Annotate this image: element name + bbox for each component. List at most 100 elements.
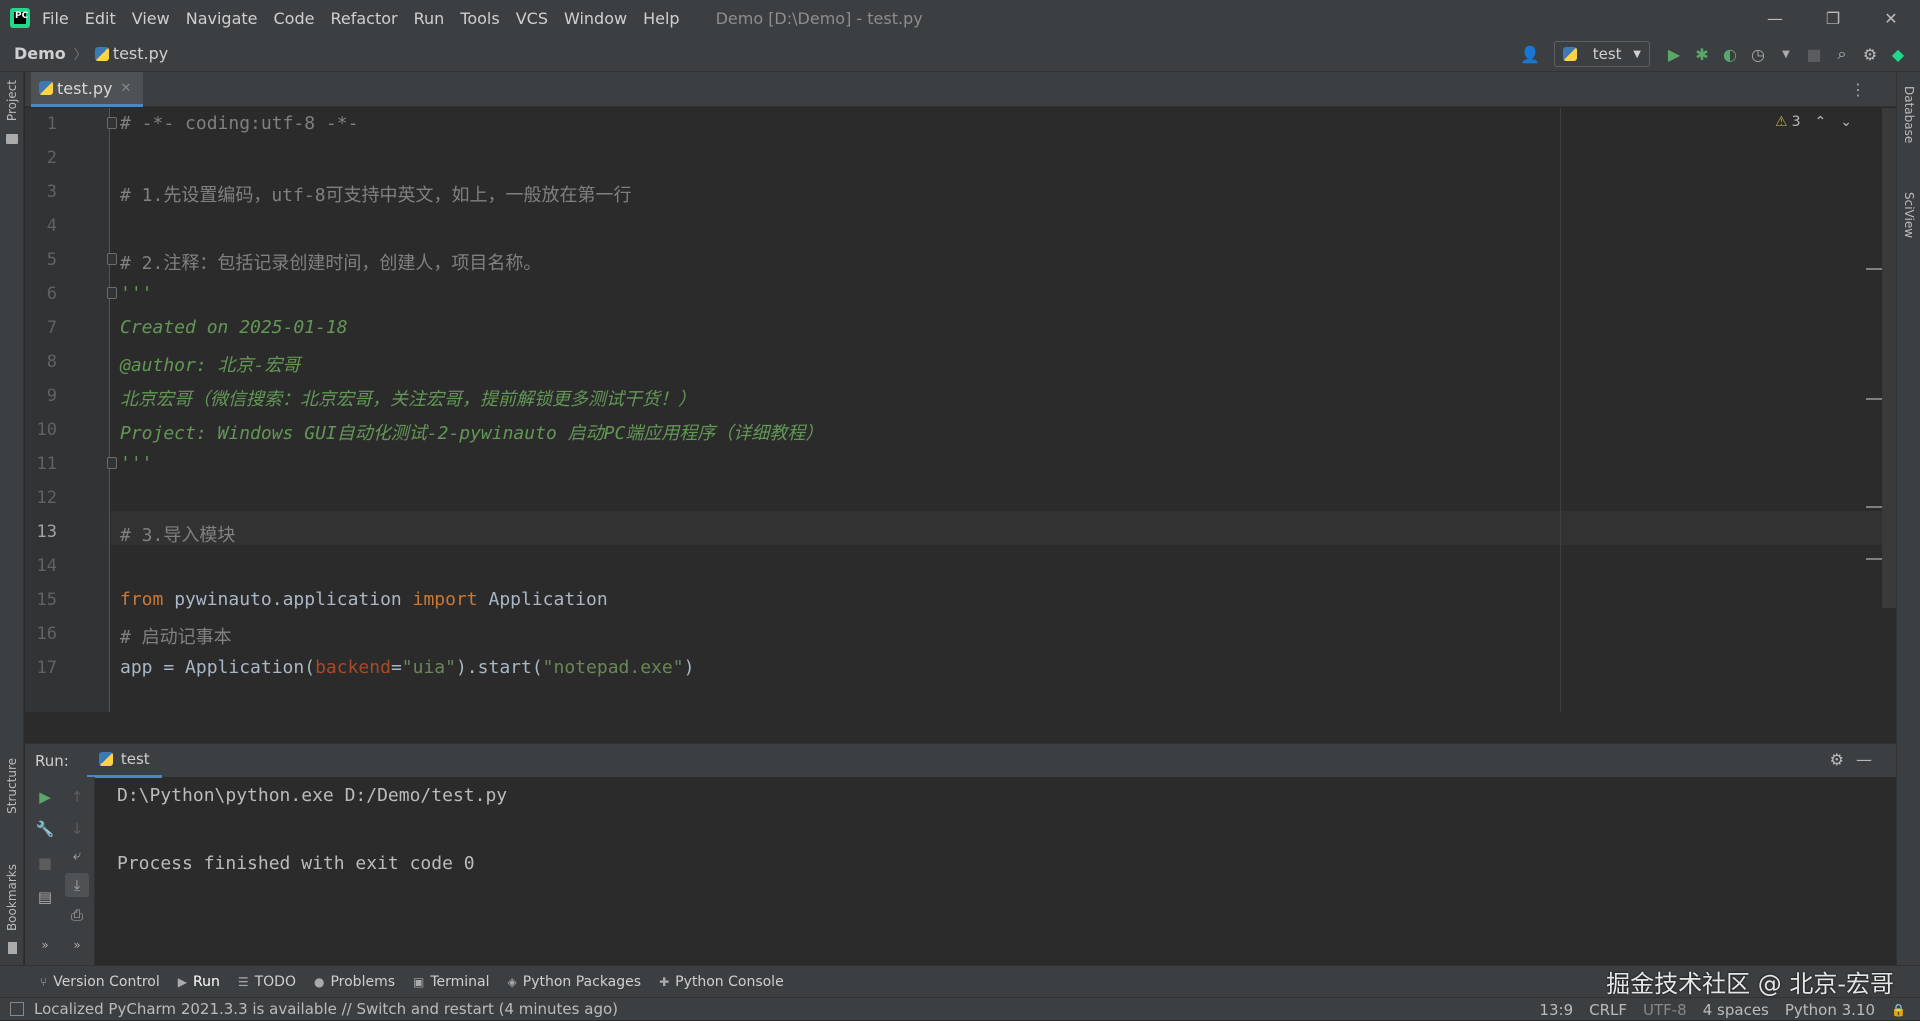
problems-label: Problems (330, 973, 395, 990)
run-panel-header: Run: test ⚙ — (25, 743, 1896, 778)
chevron-down-icon: ▼ (1633, 48, 1641, 60)
line-separator[interactable]: CRLF (1589, 1001, 1627, 1019)
print-icon[interactable]: ⎙ (65, 903, 89, 927)
fold-marker-icon[interactable] (107, 287, 117, 299)
inspection-widget[interactable]: ⚠ 3 ⌃ ⌄ (1775, 114, 1852, 130)
line-number: 6 (46, 284, 57, 304)
code-editor[interactable]: 1 2 3 4 5 6 7 8 9 10 11 12 13 14 15 16 1… (25, 108, 1896, 712)
database-tool-button[interactable]: Database (1902, 86, 1916, 143)
sciview-tool-button[interactable]: SciView (1902, 192, 1916, 238)
menu-view[interactable]: View (132, 9, 170, 28)
gear-icon[interactable]: ⚙ (1856, 40, 1884, 68)
run-tab-label: test (120, 750, 150, 768)
more-options-icon[interactable]: ⋮ (1850, 80, 1866, 99)
python-packages-label: Python Packages (522, 973, 642, 990)
run-tool[interactable]: ▶ Run (178, 974, 220, 990)
layout-toggle-icon[interactable] (10, 1002, 24, 1016)
breadcrumb-separator-icon: 〉 (73, 48, 87, 63)
tab-test-py[interactable]: test.py ✕ (31, 72, 143, 107)
layout-icon[interactable]: ▤ (33, 885, 57, 909)
coverage-icon[interactable]: ◐ (1716, 40, 1744, 68)
close-button[interactable]: ✕ (1862, 0, 1920, 36)
menu-help[interactable]: Help (643, 9, 679, 28)
status-bar: Localized PyCharm 2021.3.3 is available … (0, 997, 1920, 1020)
menu-window[interactable]: Window (564, 9, 627, 28)
hide-panel-icon[interactable]: — (1856, 750, 1872, 769)
lock-icon[interactable]: 🔒 (1891, 1003, 1906, 1017)
code-line-1: # -*- coding:utf-8 -*- (120, 113, 359, 134)
code-line-5: # 2.注释：包括记录创建时间，创建人，项目名称。 (120, 253, 542, 274)
bookmark-icon (8, 942, 17, 954)
breadcrumb-project[interactable]: Demo (14, 44, 66, 63)
menu-tools[interactable]: Tools (460, 9, 499, 28)
structure-tool-button[interactable]: Structure (5, 758, 19, 814)
breadcrumb-file[interactable]: test.py (113, 44, 168, 63)
stop-icon[interactable]: ■ (1800, 40, 1828, 68)
editor-scrollbar[interactable] (1882, 108, 1896, 608)
file-encoding[interactable]: UTF-8 (1643, 1001, 1687, 1019)
run-tab-test[interactable]: test (86, 744, 162, 778)
menu-run[interactable]: Run (414, 9, 445, 28)
run-icon[interactable]: ▶ (1660, 40, 1688, 68)
more-run-options-icon[interactable]: ▼ (1772, 40, 1800, 68)
todo-tool[interactable]: ☰ TODO (238, 974, 296, 990)
menu-code[interactable]: Code (274, 9, 315, 28)
class-name: Application (477, 589, 608, 610)
soft-wrap-icon[interactable]: ⤶ (65, 843, 89, 867)
menu-edit[interactable]: Edit (85, 9, 116, 28)
scroll-marker (1866, 558, 1882, 560)
menu-refactor[interactable]: Refactor (330, 9, 397, 28)
version-control-label: Version Control (53, 973, 160, 990)
run-config-dropdown[interactable]: test ▼ (1554, 41, 1650, 67)
code-line-9: 北京宏哥（微信搜索：北京宏哥，关注宏哥，提前解锁更多测试干货！） (120, 389, 696, 410)
more-icon[interactable]: » (33, 933, 57, 957)
menu-navigate[interactable]: Navigate (186, 9, 258, 28)
status-message[interactable]: Localized PyCharm 2021.3.3 is available … (34, 1000, 618, 1018)
toolbox-icon[interactable]: ◆ (1884, 40, 1912, 68)
run-config-label: test (1592, 45, 1622, 63)
navbar-toolbar: 👤 test ▼ ▶ ✱ ◐ ◷ ▼ ■ ⌕ ⚙ ◆ (1516, 36, 1912, 72)
python-packages-tool[interactable]: ◈ Python Packages (508, 974, 642, 990)
scroll-down-icon[interactable]: ↓ (65, 817, 89, 841)
minimize-button[interactable]: — (1746, 0, 1804, 36)
restore-button[interactable]: ❐ (1804, 0, 1862, 36)
user-account-icon[interactable]: 👤 (1516, 40, 1544, 68)
scroll-to-end-icon[interactable]: ⤓ (65, 873, 89, 897)
scroll-up-icon[interactable]: ↑ (65, 785, 89, 809)
caret-position[interactable]: 13:9 (1539, 1001, 1573, 1019)
terminal-tool[interactable]: ▣ Terminal (413, 974, 490, 990)
stop-icon[interactable]: ■ (33, 851, 57, 875)
menu-file[interactable]: File (42, 9, 69, 28)
problems-tool[interactable]: ● Problems (314, 974, 395, 990)
terminal-label: Terminal (430, 973, 490, 990)
project-tool-button[interactable]: Project (5, 80, 19, 121)
search-icon[interactable]: ⌕ (1828, 40, 1856, 68)
string-literal: "uia" (401, 657, 456, 678)
fold-marker-icon[interactable] (107, 117, 117, 129)
close-tab-icon[interactable]: ✕ (120, 81, 131, 96)
code-line-6: ''' (120, 283, 153, 304)
fold-marker-icon[interactable] (107, 457, 117, 469)
python-console-label: Python Console (675, 973, 784, 990)
rerun-icon[interactable]: ▶ (33, 785, 57, 809)
menu-vcs[interactable]: VCS (516, 9, 548, 28)
profile-icon[interactable]: ◷ (1744, 40, 1772, 68)
scroll-marker (1866, 506, 1882, 508)
indent-setting[interactable]: 4 spaces (1703, 1001, 1769, 1019)
version-control-tool[interactable]: ⑂ Version Control (40, 974, 160, 990)
code-part: ).start( (455, 657, 543, 678)
code-line-16: # 启动记事本 (120, 627, 232, 648)
bookmarks-tool-button[interactable]: Bookmarks (5, 864, 19, 931)
more-icon[interactable]: » (65, 933, 89, 957)
wrench-icon[interactable]: 🔧 (33, 817, 57, 841)
interpreter-selector[interactable]: Python 3.10 (1785, 1001, 1875, 1019)
debug-icon[interactable]: ✱ (1688, 40, 1716, 68)
string-literal: "notepad.exe" (542, 657, 684, 678)
run-tool-window: Run: test ⚙ — ▶ ↑ 🔧 ↓ ■ ⤶ ⤓ ▤ ⎙ » » D:\P… (25, 743, 1896, 965)
previous-highlight-icon[interactable]: ⌃ (1815, 114, 1827, 130)
code-part: = (390, 657, 402, 678)
python-console-tool[interactable]: ✚ Python Console (659, 974, 784, 990)
next-highlight-icon[interactable]: ⌄ (1840, 114, 1852, 130)
settings-gear-icon[interactable]: ⚙ (1830, 750, 1844, 769)
fold-marker-icon[interactable] (107, 253, 117, 265)
